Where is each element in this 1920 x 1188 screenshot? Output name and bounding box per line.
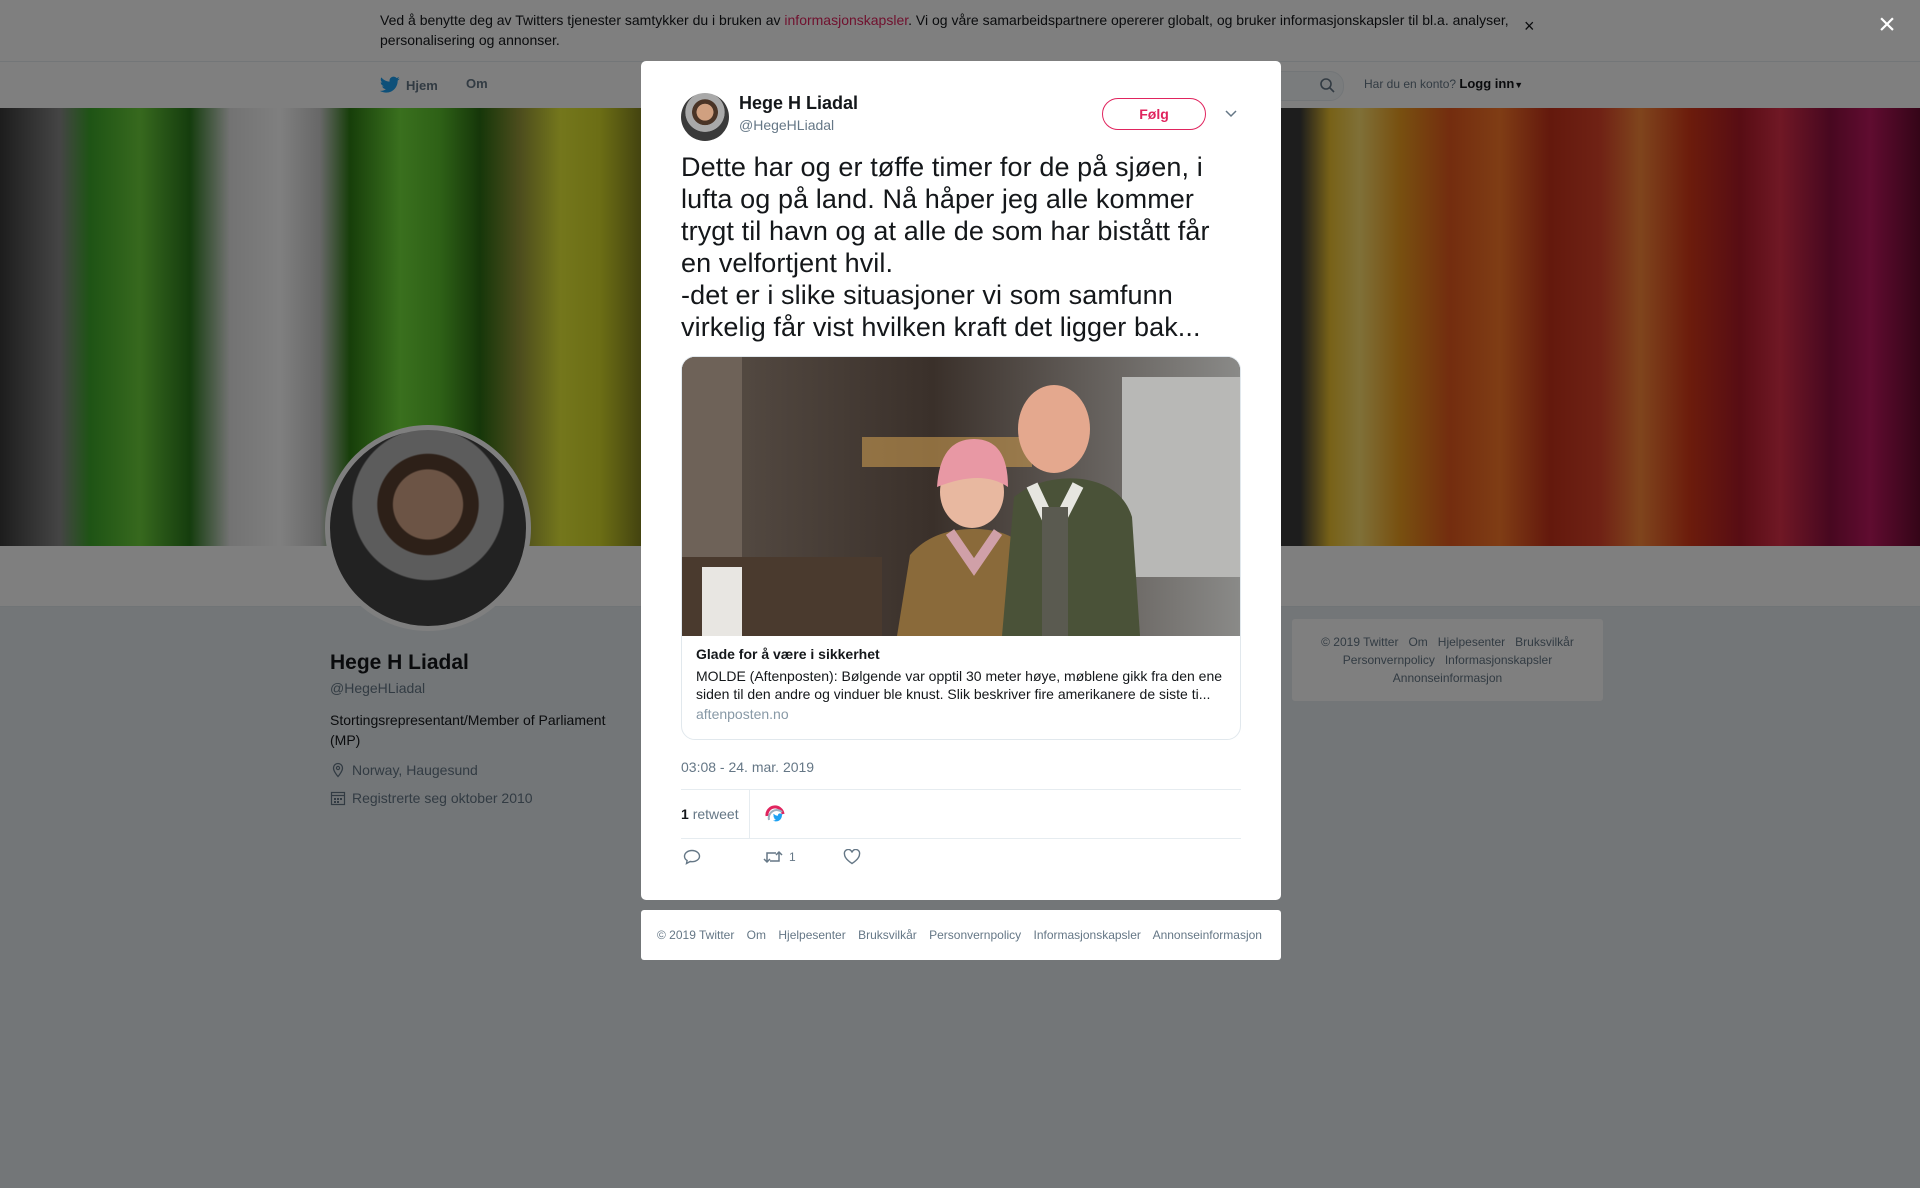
reply-button[interactable] [683,849,707,865]
card-image[interactable] [682,357,1240,636]
retweet-action-count: 1 [789,850,796,864]
card-photo [682,357,1240,636]
retweet-icon [763,850,783,864]
link-card[interactable]: Glade for å være i sikkerhet MOLDE (Afte… [681,356,1241,740]
tweet-author-avatar[interactable] [681,93,729,141]
footer-link[interactable]: Personvernpolicy [929,928,1021,942]
heart-icon [843,849,861,865]
card-domain: aftenposten.no [696,706,789,722]
tweet-text: Dette har og er tøffe timer for de på sj… [681,152,1210,342]
footer-link[interactable]: Hjelpesenter [778,928,845,942]
retweet-label: retweet [692,806,739,822]
retweeter-avatar[interactable] [763,804,787,828]
tweet-stats: 1 retweet [681,789,1241,839]
like-button[interactable] [843,849,867,865]
card-description: MOLDE (Aftenposten): Bølgende var opptil… [696,668,1223,702]
modal-footer: © 2019 Twitter Om Hjelpesenter Bruksvilk… [641,910,1281,960]
retweet-button[interactable]: 1 [763,849,796,865]
retweet-count-stat[interactable]: 1 retweet [681,806,739,822]
footer-link[interactable]: Annonseinformasjon [1153,928,1262,942]
tweet-timestamp[interactable]: 03:08 - 24. mar. 2019 [681,759,814,775]
footer-link[interactable]: Bruksvilkår [858,928,917,942]
close-icon[interactable]: × [1874,10,1900,40]
tweet-modal: Hege H Liadal @HegeHLiadal Følg Dette ha… [641,61,1281,900]
tweet-author-handle[interactable]: @HegeHLiadal [739,117,834,133]
retweet-count: 1 [681,806,689,822]
reply-icon [683,849,701,865]
footer-link[interactable]: Om [747,928,766,942]
retweeter-logo-icon [765,805,785,822]
footer-link[interactable]: Informasjonskapsler [1034,928,1141,942]
tweet-author-name[interactable]: Hege H Liadal [739,93,858,114]
card-title: Glade for å være i sikkerhet [696,646,880,662]
follow-button[interactable]: Følg [1102,98,1206,130]
chevron-down-icon[interactable] [1224,107,1238,121]
stat-divider [749,790,750,838]
footer-link[interactable]: © 2019 Twitter [657,928,734,942]
